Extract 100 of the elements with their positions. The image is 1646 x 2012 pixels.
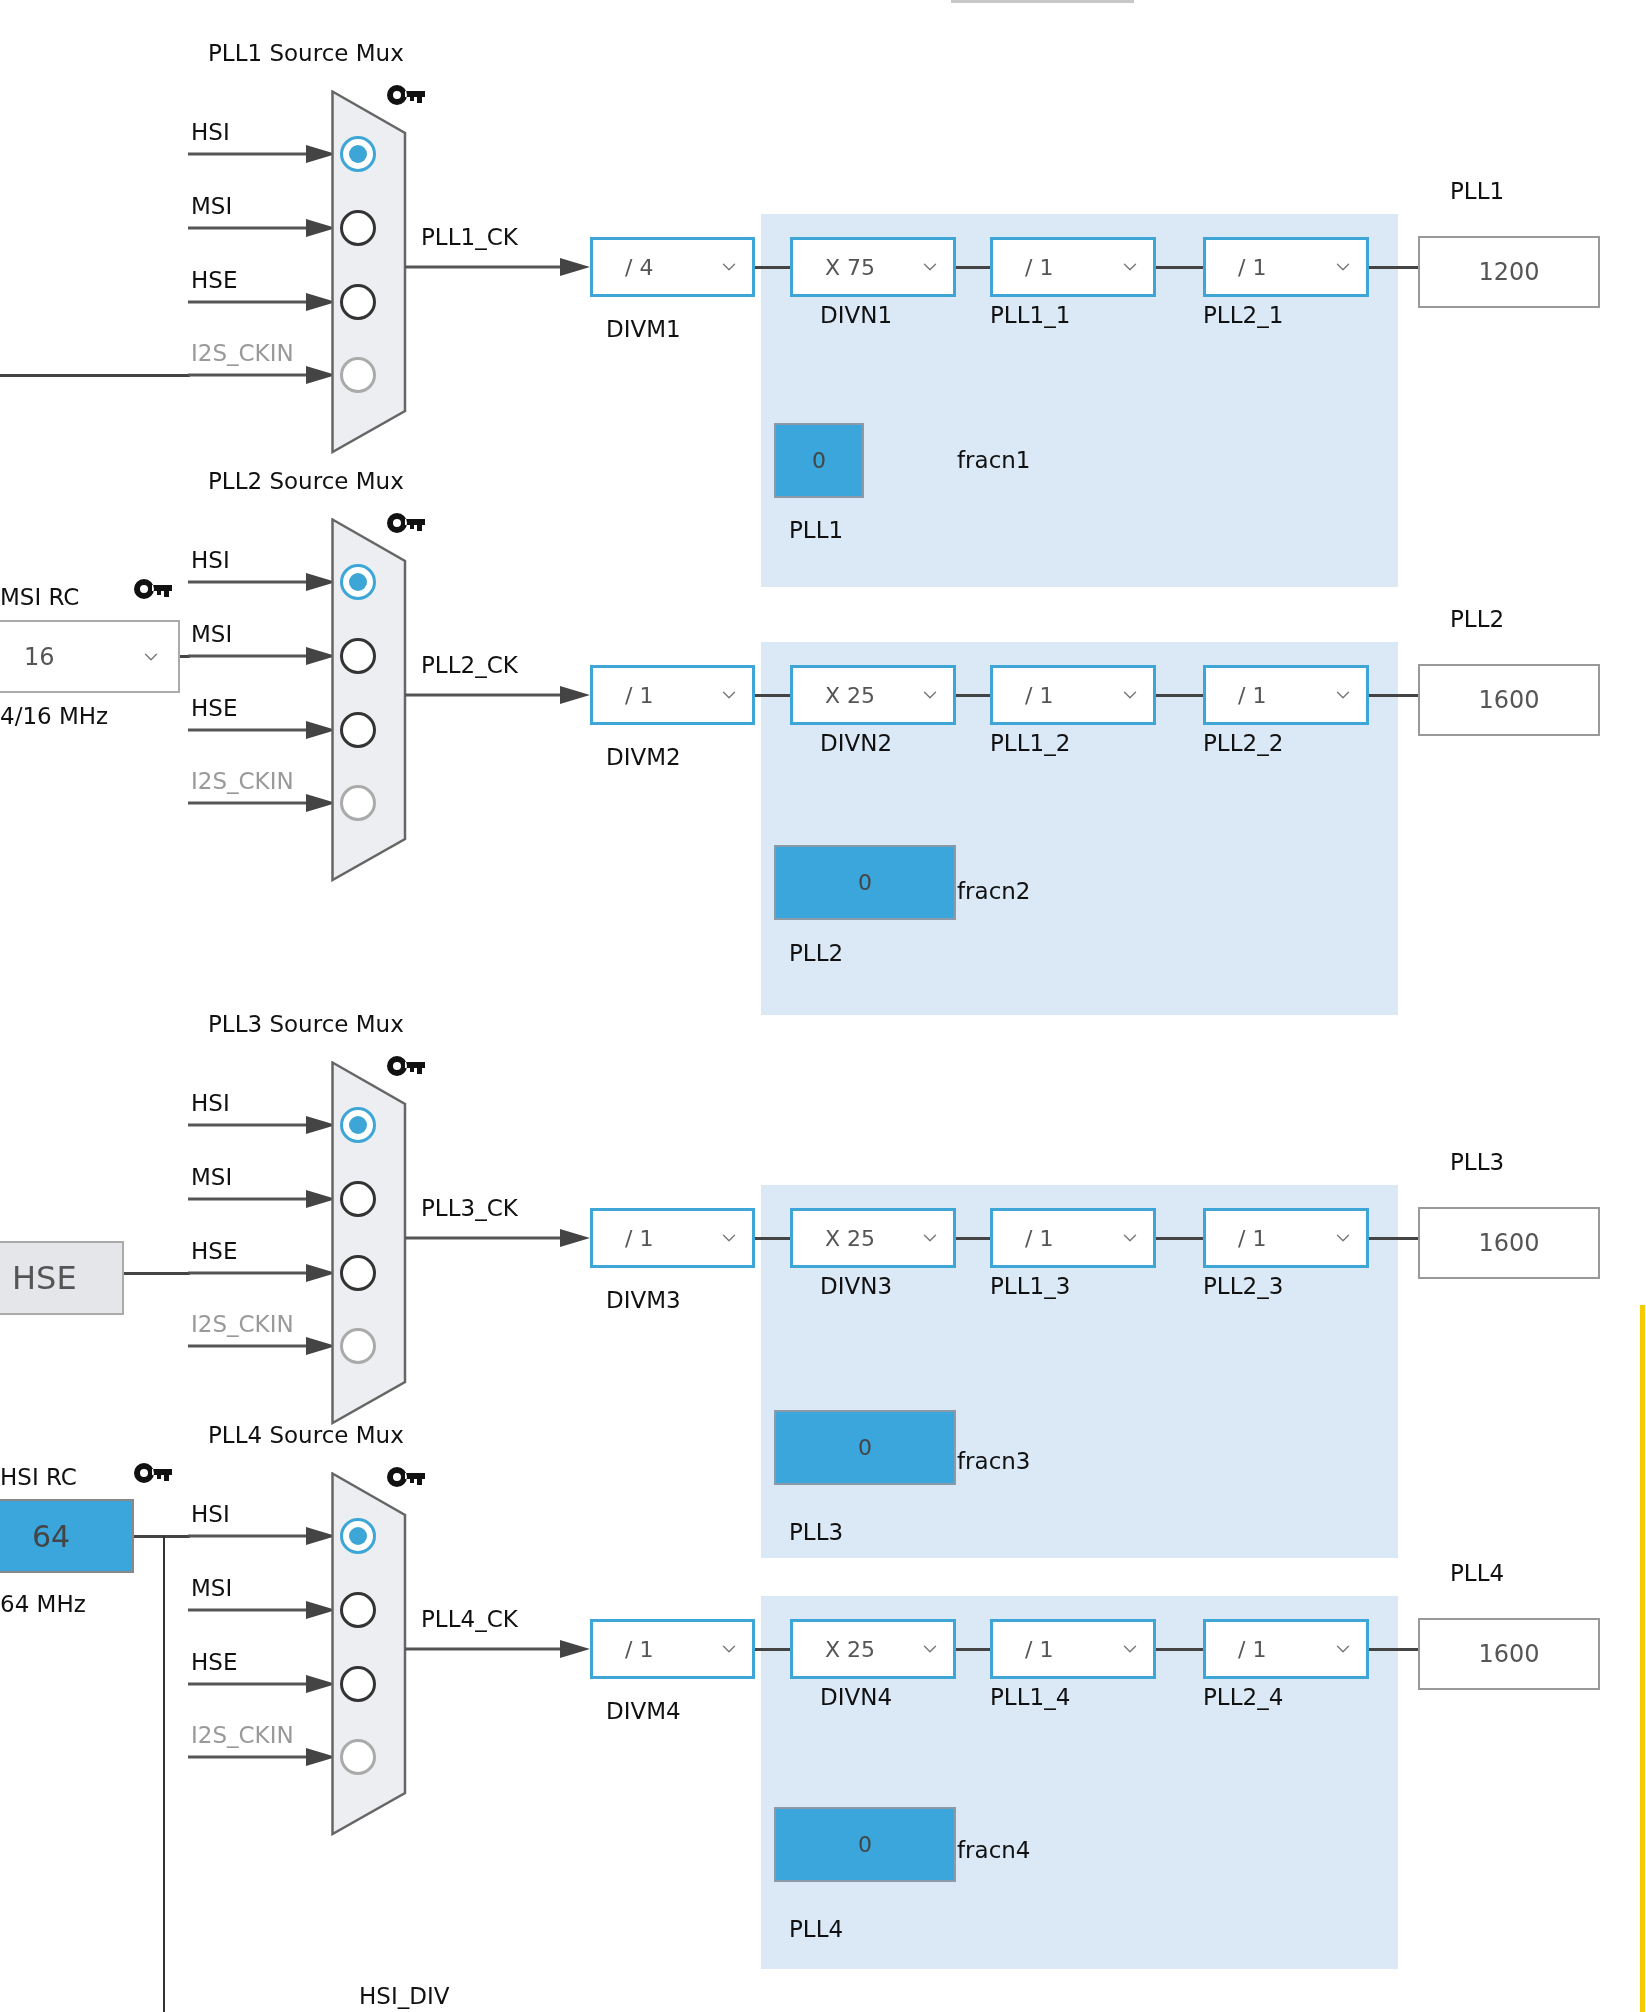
divider-title: HSI_DIV <box>359 1982 450 2010</box>
mux-title: PLL2 Source Mux <box>208 467 404 495</box>
divider-label: DIVN1 <box>820 301 893 329</box>
connector-line <box>1369 694 1418 697</box>
input-label: MSI <box>191 620 233 648</box>
fraction-field[interactable]: 0 <box>774 1807 956 1882</box>
output-value-field[interactable]: 1600 <box>1418 1207 1600 1279</box>
fraction-field[interactable]: 0 <box>774 845 956 920</box>
connector-line <box>1156 1648 1203 1651</box>
divider-label: PLL1_3 <box>990 1272 1071 1300</box>
input-label: HSI <box>191 1500 230 1528</box>
fraction-label: fracn4 <box>957 1836 1031 1864</box>
input-label: HSE <box>191 1237 238 1265</box>
fraction-field[interactable]: 0 <box>774 1410 956 1485</box>
input-label: I2S_CKIN <box>191 1721 294 1749</box>
connector-line <box>1369 266 1418 269</box>
divider-label: DIVM2 <box>606 743 681 771</box>
input-label: I2S_CKIN <box>191 767 294 795</box>
hse-block[interactable]: HSE <box>0 1241 124 1315</box>
divider-label: PLL2_3 <box>1203 1272 1284 1300</box>
divider-label: DIVM3 <box>606 1286 681 1314</box>
connector-line <box>956 1237 990 1240</box>
divider-label: PLL1_2 <box>990 729 1071 757</box>
mux-title: PLL1 Source Mux <box>208 39 404 67</box>
source-title: MSI RC <box>0 583 80 611</box>
clock-label: PLL2_CK <box>421 651 518 679</box>
input-label: HSE <box>191 266 238 294</box>
source-title: HSI RC <box>0 1463 77 1491</box>
output-title: PLL2 <box>1450 605 1505 633</box>
divider-dropdown[interactable]: / 1 <box>990 1208 1156 1268</box>
divider-dropdown[interactable]: / 1 <box>1203 1619 1369 1679</box>
connector-line <box>755 1648 790 1651</box>
connector-line <box>1156 694 1203 697</box>
connector-line <box>755 1237 790 1240</box>
connector-line <box>755 266 790 269</box>
input-label: HSI <box>191 118 230 146</box>
divider-label: PLL1_4 <box>990 1683 1071 1711</box>
divider-label: PLL2_4 <box>1203 1683 1284 1711</box>
input-label: HSI <box>191 546 230 574</box>
key-icon <box>134 578 172 600</box>
pll-label: PLL3 <box>789 1518 844 1546</box>
input-label: HSI <box>191 1089 230 1117</box>
pll-label: PLL1 <box>789 516 844 544</box>
connector-line <box>956 1648 990 1651</box>
mux-title: PLL4 Source Mux <box>208 1421 404 1449</box>
divider-dropdown[interactable]: / 1 <box>990 237 1156 297</box>
divider-label: DIVN2 <box>820 729 893 757</box>
divider-label: DIVM1 <box>606 315 681 343</box>
key-icon <box>387 512 425 534</box>
fraction-field[interactable]: 0 <box>774 423 864 498</box>
clock-label: PLL3_CK <box>421 1194 518 1222</box>
msi-dropdown[interactable]: 16 <box>0 620 180 693</box>
divider-dropdown[interactable]: / 1 <box>590 1208 755 1268</box>
divider-dropdown[interactable]: / 1 <box>1203 237 1369 297</box>
divider-dropdown[interactable]: / 1 <box>990 665 1156 725</box>
divider-dropdown[interactable]: / 1 <box>1203 665 1369 725</box>
output-value-field[interactable]: 1600 <box>1418 664 1600 736</box>
input-label: HSE <box>191 694 238 722</box>
input-label: I2S_CKIN <box>191 1310 294 1338</box>
key-icon <box>387 84 425 106</box>
output-title: PLL1 <box>1450 177 1505 205</box>
key-icon <box>134 1462 172 1484</box>
divider-dropdown[interactable]: / 4 <box>590 237 755 297</box>
mux-title: PLL3 Source Mux <box>208 1010 404 1038</box>
pll-label: PLL4 <box>789 1915 844 1943</box>
connector-line <box>1156 1237 1203 1240</box>
divider-dropdown[interactable]: X 25 <box>790 1619 956 1679</box>
connector-line <box>755 694 790 697</box>
divider-dropdown[interactable]: X 25 <box>790 1208 956 1268</box>
divider-label: PLL2_1 <box>1203 301 1284 329</box>
output-title: PLL3 <box>1450 1148 1505 1176</box>
connector-line <box>956 266 990 269</box>
divider-dropdown[interactable]: X 75 <box>790 237 956 297</box>
output-value-field[interactable]: 1600 <box>1418 1618 1600 1690</box>
divider-label: DIVM4 <box>606 1697 681 1725</box>
divider-label: DIVN4 <box>820 1683 893 1711</box>
key-icon <box>387 1466 425 1488</box>
fraction-label: fracn3 <box>957 1447 1031 1475</box>
divider-label: DIVN3 <box>820 1272 893 1300</box>
clock-label: PLL1_CK <box>421 223 518 251</box>
hsi-value-field[interactable]: 64 <box>0 1499 134 1573</box>
pll-label: PLL2 <box>789 939 844 967</box>
divider-dropdown[interactable]: / 1 <box>990 1619 1156 1679</box>
fraction-label: fracn1 <box>957 446 1031 474</box>
divider-dropdown[interactable]: X 25 <box>790 665 956 725</box>
input-label: HSE <box>191 1648 238 1676</box>
input-label: MSI <box>191 192 233 220</box>
divider-label: PLL1_1 <box>990 301 1071 329</box>
connector-line <box>1156 266 1203 269</box>
key-icon <box>387 1055 425 1077</box>
output-value-field[interactable]: 1200 <box>1418 236 1600 308</box>
connector-line <box>124 1272 190 1275</box>
output-title: PLL4 <box>1450 1559 1505 1587</box>
input-label: I2S_CKIN <box>191 339 294 367</box>
connector-line <box>1369 1237 1418 1240</box>
clock-label: PLL4_CK <box>421 1605 518 1633</box>
divider-dropdown[interactable]: / 1 <box>590 1619 755 1679</box>
divider-dropdown[interactable]: / 1 <box>1203 1208 1369 1268</box>
frequency-range: 4/16 MHz <box>0 702 109 730</box>
divider-dropdown[interactable]: / 1 <box>590 665 755 725</box>
